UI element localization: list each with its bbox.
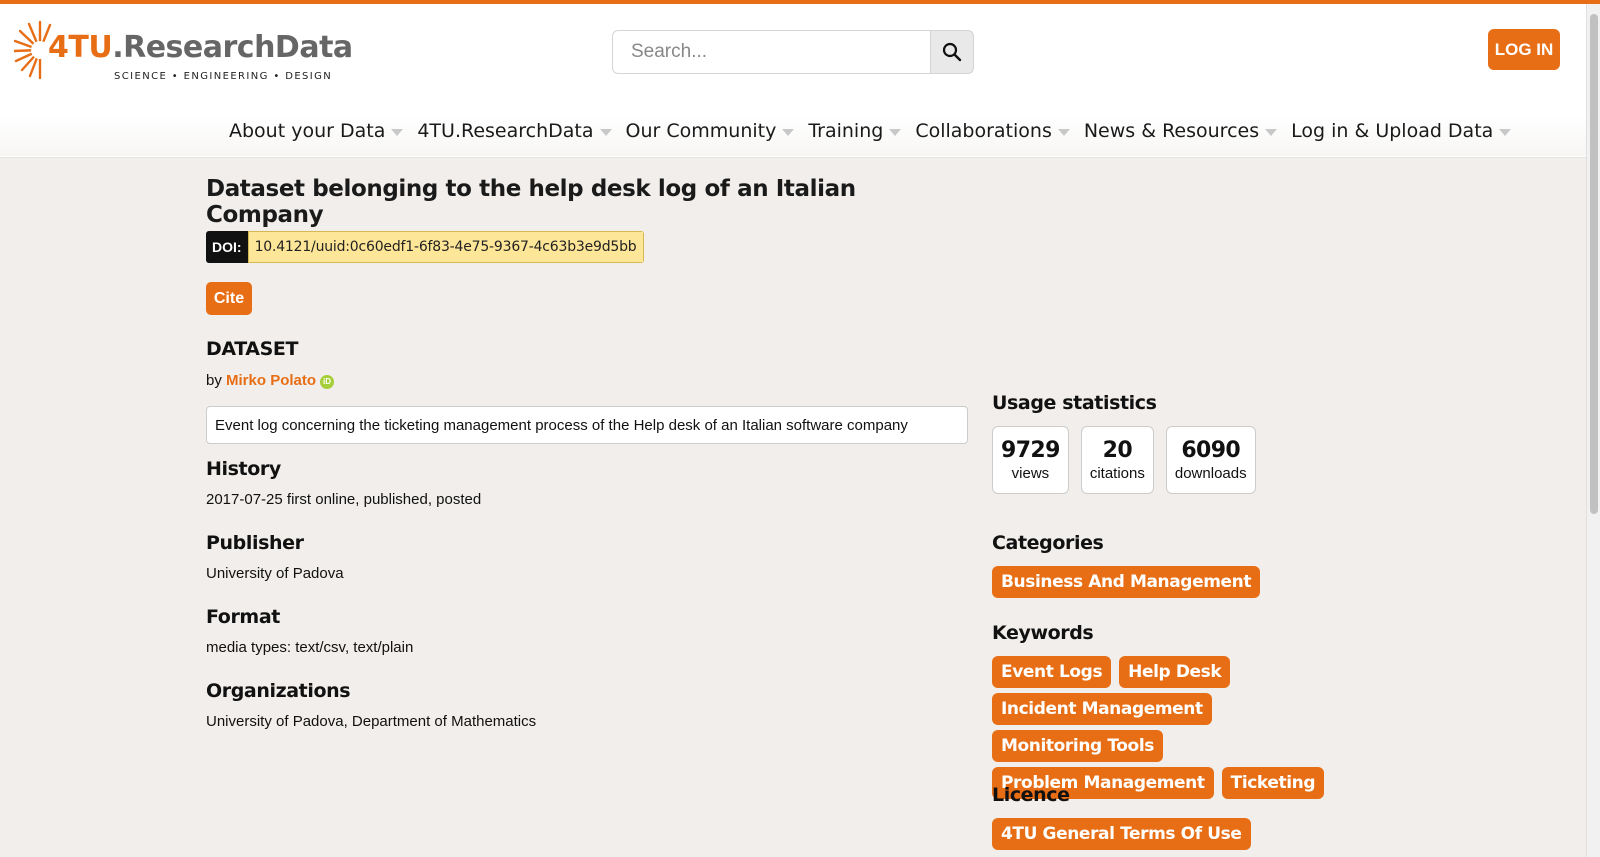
usage-statistics: 9729 views 20 citations 6090 downloads: [992, 426, 1256, 494]
item-type-label: DATASET: [206, 338, 299, 360]
search-button[interactable]: [930, 30, 974, 74]
chevron-down-icon: [889, 129, 902, 136]
section-value: media types: text/csv, text/plain: [206, 639, 414, 656]
doi-value[interactable]: 10.4121/uuid:0c60edf1-6f83-4e75-9367-4c6…: [247, 231, 644, 263]
format-section: Format media types: text/csv, text/plain: [206, 606, 413, 656]
doi-label: DOI:: [206, 231, 248, 263]
chevron-down-icon: [782, 129, 795, 136]
cite-button[interactable]: Cite: [206, 282, 252, 315]
usage-statistics-heading: Usage statistics: [992, 392, 1157, 414]
nav-item-our-community[interactable]: Our Community: [626, 120, 795, 142]
orcid-icon[interactable]: iD: [320, 375, 335, 389]
categories-list: Business And Management: [992, 566, 1352, 598]
section-heading: Publisher: [206, 532, 304, 554]
publisher-section: Publisher University of Padova: [206, 532, 344, 582]
chevron-down-icon: [1265, 129, 1278, 136]
page-title: Dataset belonging to the help desk log o…: [206, 176, 856, 228]
site-header: 4TU.ResearchData SCIENCE • ENGINEERING •…: [0, 4, 1586, 158]
keywords-list: Event Logs Help Desk Incident Management…: [992, 656, 1352, 799]
stat-downloads: 6090 downloads: [1165, 426, 1256, 494]
scrollbar-thumb[interactable]: [1590, 14, 1598, 514]
keyword-tag[interactable]: Monitoring Tools: [992, 730, 1163, 762]
section-heading: Organizations: [206, 680, 351, 702]
page-scrollbar[interactable]: [1586, 4, 1600, 857]
nav-item-login-upload[interactable]: Log in & Upload Data: [1291, 120, 1512, 142]
logo-tagline: SCIENCE • ENGINEERING • DESIGN: [114, 71, 333, 82]
organizations-section: Organizations University of Padova, Depa…: [206, 680, 536, 730]
section-heading: History: [206, 458, 281, 480]
dataset-main: Dataset belonging to the help desk log o…: [206, 176, 968, 730]
dataset-description: Event log concerning the ticketing manag…: [206, 406, 968, 444]
chevron-down-icon: [1499, 129, 1512, 136]
keyword-tag[interactable]: Event Logs: [992, 656, 1112, 688]
nav-item-training[interactable]: Training: [808, 120, 902, 142]
keyword-tag[interactable]: Ticketing: [1221, 767, 1325, 799]
stat-views: 9729 views: [992, 426, 1069, 494]
chevron-down-icon: [1057, 129, 1070, 136]
nav-item-collaborations[interactable]: Collaborations: [915, 120, 1070, 142]
stat-citations: 20 citations: [1080, 426, 1154, 494]
nav-item-about-your-data[interactable]: About your Data: [229, 120, 404, 142]
licence-heading: Licence: [992, 784, 1070, 806]
nav-item-4tu-researchdata[interactable]: 4TU.ResearchData: [417, 120, 612, 142]
search-input[interactable]: [612, 30, 930, 74]
nav-item-news-resources[interactable]: News & Resources: [1084, 120, 1278, 142]
main-nav: About your Data 4TU.ResearchData Our Com…: [0, 116, 1586, 156]
section-heading: Format: [206, 606, 280, 628]
keyword-tag[interactable]: Incident Management: [992, 693, 1212, 725]
chevron-down-icon: [599, 129, 612, 136]
keyword-tag[interactable]: Help Desk: [1119, 656, 1231, 688]
logo-wordmark: 4TU.ResearchData: [48, 30, 353, 65]
licence-tag[interactable]: 4TU General Terms Of Use: [992, 818, 1251, 850]
author-byline: by Mirko Polato iD: [206, 372, 335, 389]
chevron-down-icon: [391, 129, 404, 136]
licence-list: 4TU General Terms Of Use: [992, 818, 1352, 850]
section-value: University of Padova, Department of Math…: [206, 713, 537, 730]
categories-heading: Categories: [992, 532, 1104, 554]
history-section: History 2017-07-25 first online, publish…: [206, 458, 481, 508]
search-icon: [942, 42, 962, 62]
category-tag[interactable]: Business And Management: [992, 566, 1261, 598]
author-link[interactable]: Mirko Polato: [226, 372, 316, 389]
search-bar: [612, 30, 974, 74]
section-value: University of Padova: [206, 565, 344, 582]
section-value: 2017-07-25 first online, published, post…: [206, 491, 482, 508]
doi-badge: DOI: 10.4121/uuid:0c60edf1-6f83-4e75-936…: [206, 231, 644, 263]
keywords-heading: Keywords: [992, 622, 1094, 644]
site-logo[interactable]: 4TU.ResearchData SCIENCE • ENGINEERING •…: [14, 18, 353, 84]
login-button[interactable]: LOG IN: [1488, 29, 1560, 70]
